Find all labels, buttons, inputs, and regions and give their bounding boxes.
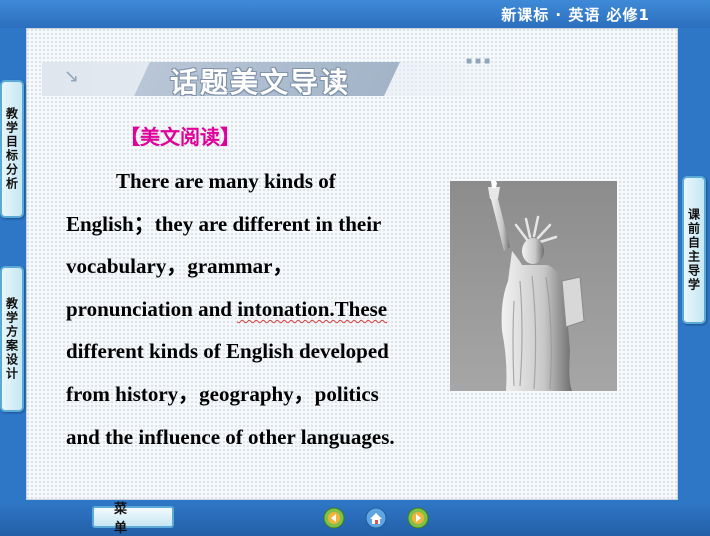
course-title: 新课标 · 英语 必修1 <box>501 6 650 24</box>
tab-label: 课前自主导学 <box>686 208 701 292</box>
sidebar-tab-teaching-objectives[interactable]: 教学目标分析 <box>0 80 24 218</box>
tab-label: 教学目标分析 <box>4 107 19 191</box>
passage-line: There are many kinds of <box>116 169 336 193</box>
passage-text: There are many kinds of English；they are… <box>66 160 444 458</box>
spellcheck-word: intonation.These <box>237 296 388 321</box>
home-icon[interactable] <box>365 507 387 529</box>
passage-line: English；they are different in their <box>66 211 382 236</box>
sidebar-tab-teaching-plan[interactable]: 教学方案设计 <box>0 266 24 412</box>
top-bar: 新课标 · 英语 必修1 <box>0 0 710 28</box>
passage-line: and the influence of other languages. <box>66 424 395 449</box>
passage-line: different kinds of English developed <box>66 339 389 364</box>
passage-line: from history，geography，politics <box>66 381 379 406</box>
section-banner: ↘ 话题美文导读 ■■■ <box>42 56 526 99</box>
banner-title: 话题美文导读 <box>170 66 351 99</box>
forward-icon[interactable] <box>407 507 429 529</box>
passage-line: vocabulary，grammar， <box>66 254 294 279</box>
passage-line: pronunciation and intonation.These <box>66 296 388 321</box>
back-icon[interactable] <box>323 507 345 529</box>
dots-decoration-icon: ■■■ <box>466 56 494 67</box>
tab-label: 教学方案设计 <box>4 297 19 381</box>
statue-of-liberty-image <box>450 181 617 391</box>
menu-button[interactable]: 菜单 <box>92 502 174 536</box>
sidebar-tab-preview-study[interactable]: 课前自主导学 <box>682 176 706 324</box>
arrow-corner-icon: ↘ <box>64 66 80 87</box>
section-heading: 【美文阅读】 <box>120 125 240 149</box>
